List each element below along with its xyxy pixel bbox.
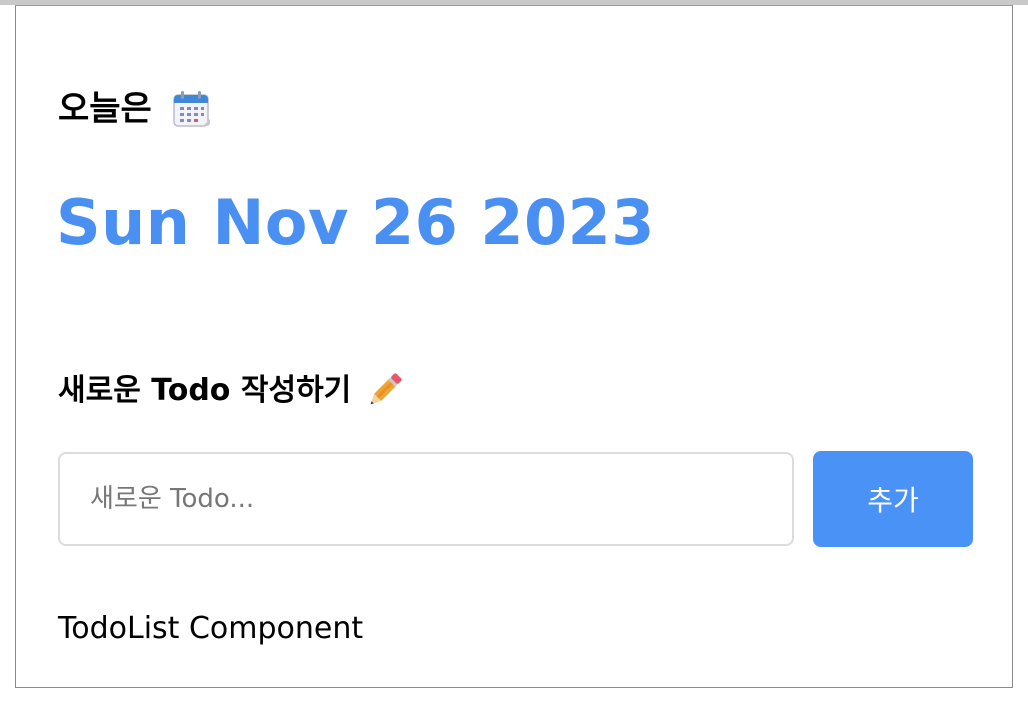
today-header: 오늘은 (58, 90, 212, 128)
pencil-icon (365, 372, 403, 410)
new-todo-heading: 새로운 Todo 작성하기 (58, 372, 403, 410)
new-todo-input[interactable] (58, 452, 794, 546)
calendar-icon (172, 90, 212, 128)
todolist-component-label: TodoList Component (58, 611, 364, 646)
app-container: 오늘은 Sun Nov 26 2023 새로운 Todo 작성하기 새로운 To… (15, 5, 1013, 688)
today-label: 오늘은 (58, 89, 152, 129)
new-todo-heading-text: 새로운 Todo 작성하기 (58, 373, 352, 408)
current-date: Sun Nov 26 2023 (56, 186, 655, 259)
add-todo-button[interactable]: 추가 (813, 451, 973, 547)
